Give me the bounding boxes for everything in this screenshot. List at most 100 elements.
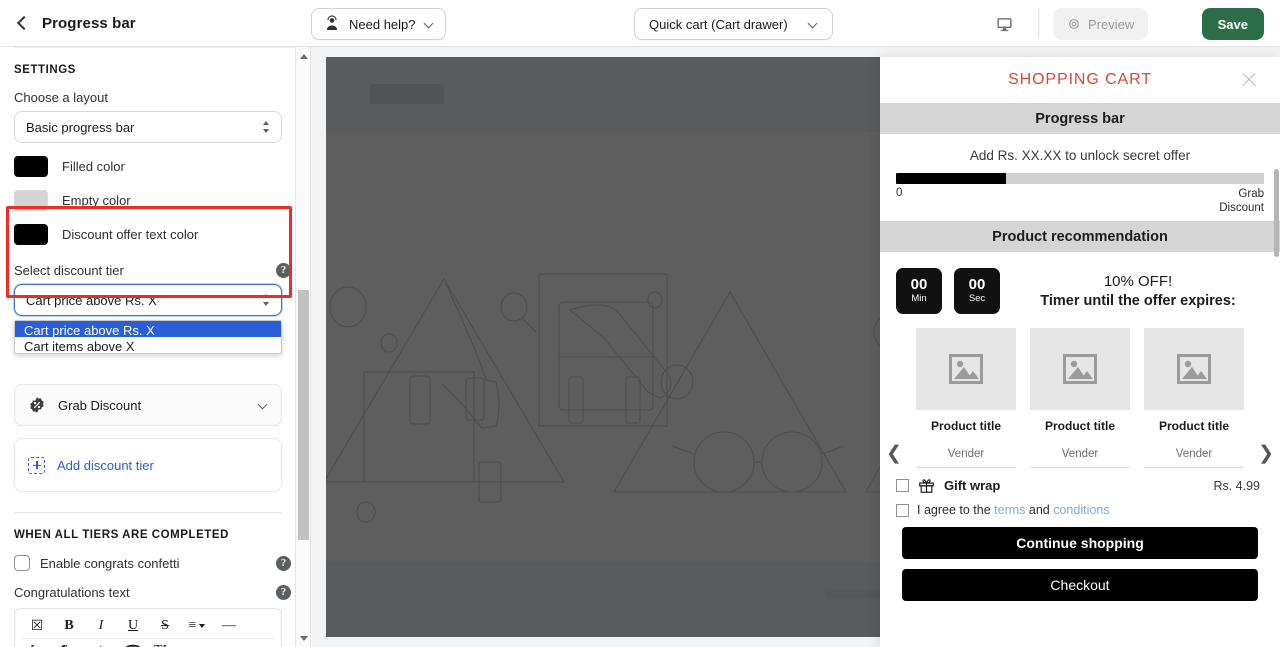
filled-color-swatch[interactable] bbox=[14, 156, 48, 177]
gift-wrap-checkbox[interactable] bbox=[896, 479, 909, 492]
product-title: Product title bbox=[1044, 419, 1115, 433]
terms-link[interactable]: terms bbox=[994, 503, 1025, 517]
help-icon[interactable]: ? bbox=[276, 555, 291, 571]
scroll-up-arrow-icon[interactable] bbox=[296, 49, 311, 63]
font-color-icon[interactable]: A bbox=[21, 639, 53, 647]
product-card[interactable]: Product title Vender bbox=[1144, 328, 1244, 468]
sidebar-scrollbar[interactable] bbox=[296, 47, 311, 647]
filled-color-row[interactable]: Filled color bbox=[14, 156, 282, 177]
terms-prefix: I agree to the bbox=[917, 503, 991, 517]
underline-icon[interactable]: U bbox=[117, 614, 149, 638]
rich-text-editor: ☒ B I U S ≡ — A ¶ ♦ ☎ TI Congratulations bbox=[14, 608, 282, 647]
settings-sidebar: SETTINGS Choose a layout Basic progress … bbox=[0, 47, 296, 647]
product-card[interactable]: Product title Vender bbox=[916, 328, 1016, 468]
sidebar-scroll-thumb[interactable] bbox=[298, 290, 309, 540]
bold-icon[interactable]: B bbox=[53, 614, 85, 638]
discount-text-color-swatch[interactable] bbox=[14, 224, 48, 245]
highlight-color-icon[interactable]: ♦ bbox=[85, 639, 117, 647]
horizontal-rule-icon[interactable]: — bbox=[213, 614, 245, 638]
empty-color-row[interactable]: Empty color bbox=[14, 190, 282, 211]
sidebar-divider bbox=[14, 512, 282, 513]
strikethrough-icon[interactable]: S bbox=[149, 614, 181, 638]
completed-section-title: WHEN ALL TIERS ARE COMPLETED bbox=[14, 529, 229, 541]
discount-tier-section: Select discount tier ? Cart price above … bbox=[14, 263, 291, 492]
chevron-left-icon[interactable]: ❮ bbox=[886, 444, 902, 463]
align-icon[interactable]: ≡ bbox=[181, 614, 213, 638]
progress-bar-band: Progress bar bbox=[880, 103, 1280, 134]
continue-shopping-button[interactable]: Continue shopping bbox=[902, 527, 1258, 559]
close-icon[interactable] bbox=[1240, 71, 1258, 89]
layout-select[interactable]: Basic progress bar bbox=[14, 111, 282, 143]
help-icon[interactable]: ? bbox=[276, 263, 291, 278]
cart-drawer: SHOPPING CART Progress bar Add Rs. XX.XX… bbox=[880, 57, 1280, 647]
italic-icon[interactable]: I bbox=[85, 614, 117, 638]
confetti-label: Enable congrats confetti bbox=[40, 555, 180, 571]
settings-scroll-content: SETTINGS Choose a layout Basic progress … bbox=[0, 47, 295, 647]
quick-cart-label: Quick cart (Cart drawer) bbox=[649, 16, 788, 32]
offer-timer-row: 00 Min 00 Sec 10% OFF! Timer until the o… bbox=[880, 252, 1280, 324]
settings-section-title: SETTINGS bbox=[14, 64, 76, 76]
help-icon[interactable]: ? bbox=[276, 585, 291, 600]
congrats-text-row: Congratulations text ? bbox=[14, 585, 291, 600]
eye-icon bbox=[1069, 19, 1079, 29]
confetti-checkbox[interactable] bbox=[14, 555, 30, 571]
product-thumbnail bbox=[1030, 328, 1130, 410]
terms-checkbox[interactable] bbox=[896, 503, 909, 517]
discount-tier-dropdown[interactable]: Cart price above Rs. X Cart items above … bbox=[14, 320, 282, 354]
gift-wrap-label: Gift wrap bbox=[944, 478, 1001, 493]
discount-text-color-row[interactable]: Discount offer text color bbox=[14, 224, 282, 245]
chevron-down-icon[interactable] bbox=[258, 400, 268, 410]
product-title: Product title bbox=[930, 419, 1001, 433]
need-help-label: Need help? bbox=[349, 16, 416, 32]
editor-toolbar: ☒ B I U S ≡ — A ¶ ♦ ☎ TI bbox=[15, 609, 281, 647]
link-icon[interactable]: ☎ bbox=[117, 639, 149, 647]
need-help-button[interactable]: Need help? bbox=[311, 8, 446, 40]
offer-subline: Timer until the offer expires: bbox=[1040, 293, 1236, 309]
scroll-down-arrow-icon[interactable] bbox=[296, 631, 311, 645]
app-root: Progress bar Need help? Quick cart (Cart… bbox=[0, 0, 1280, 647]
dropdown-option-cart-price[interactable]: Cart price above Rs. X bbox=[15, 321, 281, 338]
offer-headline: 10% OFF! bbox=[1103, 273, 1173, 290]
product-card[interactable]: Product title Vender bbox=[1030, 328, 1130, 468]
select-arrows-icon bbox=[263, 294, 269, 306]
select-arrows-icon bbox=[263, 121, 269, 133]
discount-tier-select[interactable]: Cart price above Rs. X bbox=[14, 284, 282, 316]
chevron-down-icon bbox=[808, 19, 818, 29]
save-button[interactable]: Save bbox=[1201, 8, 1264, 40]
checkout-button[interactable]: Checkout bbox=[902, 569, 1258, 601]
progress-end-label: Grab Discount bbox=[1219, 188, 1264, 214]
discount-tier-label: Select discount tier bbox=[14, 263, 124, 278]
chevron-right-icon[interactable]: ❯ bbox=[1258, 444, 1274, 463]
discount-text-color-label: Discount offer text color bbox=[62, 227, 199, 242]
empty-color-label: Empty color bbox=[62, 193, 131, 208]
add-discount-tier-label: Add discount tier bbox=[57, 457, 154, 473]
quick-cart-selector[interactable]: Quick cart (Cart drawer) bbox=[634, 8, 833, 40]
desktop-icon bbox=[996, 17, 1012, 31]
image-placeholder-icon bbox=[949, 354, 983, 384]
product-vendor: Vender bbox=[1144, 448, 1244, 468]
chevron-left-icon[interactable] bbox=[14, 15, 30, 31]
timer-seconds-value: 00 bbox=[968, 276, 986, 293]
paragraph-icon[interactable]: ¶ bbox=[53, 639, 85, 647]
timer-seconds: 00 Sec bbox=[954, 268, 1000, 314]
progress-legend: 0 Grab Discount bbox=[896, 187, 1264, 215]
device-preview-toggle[interactable] bbox=[990, 10, 1018, 38]
conditions-link[interactable]: conditions bbox=[1053, 503, 1109, 517]
cart-drawer-title: SHOPPING CART bbox=[1008, 71, 1152, 88]
insert-image-icon[interactable]: ☒ bbox=[21, 614, 53, 638]
text-style-icon[interactable]: TI bbox=[149, 639, 181, 647]
preview-button[interactable]: Preview bbox=[1053, 8, 1149, 40]
cart-drawer-scrollbar[interactable] bbox=[1273, 57, 1280, 647]
add-plus-icon bbox=[28, 456, 45, 474]
gift-wrap-price: Rs. 4.99 bbox=[1213, 478, 1260, 493]
dropdown-option-cart-items[interactable]: Cart items above X bbox=[15, 337, 281, 353]
back-navigation[interactable]: Progress bar bbox=[0, 0, 296, 46]
confetti-checkbox-group[interactable]: Enable congrats confetti bbox=[14, 555, 179, 571]
product-recommendation-band: Product recommendation bbox=[880, 221, 1280, 252]
page-title: Progress bar bbox=[42, 14, 136, 32]
cart-drawer-scroll-thumb[interactable] bbox=[1274, 169, 1279, 257]
congrats-text-label: Congratulations text bbox=[14, 585, 130, 600]
add-discount-tier-button[interactable]: Add discount tier bbox=[14, 438, 282, 492]
empty-color-swatch[interactable] bbox=[14, 190, 48, 211]
tier-item-grab-discount[interactable]: Grab Discount bbox=[14, 384, 282, 426]
